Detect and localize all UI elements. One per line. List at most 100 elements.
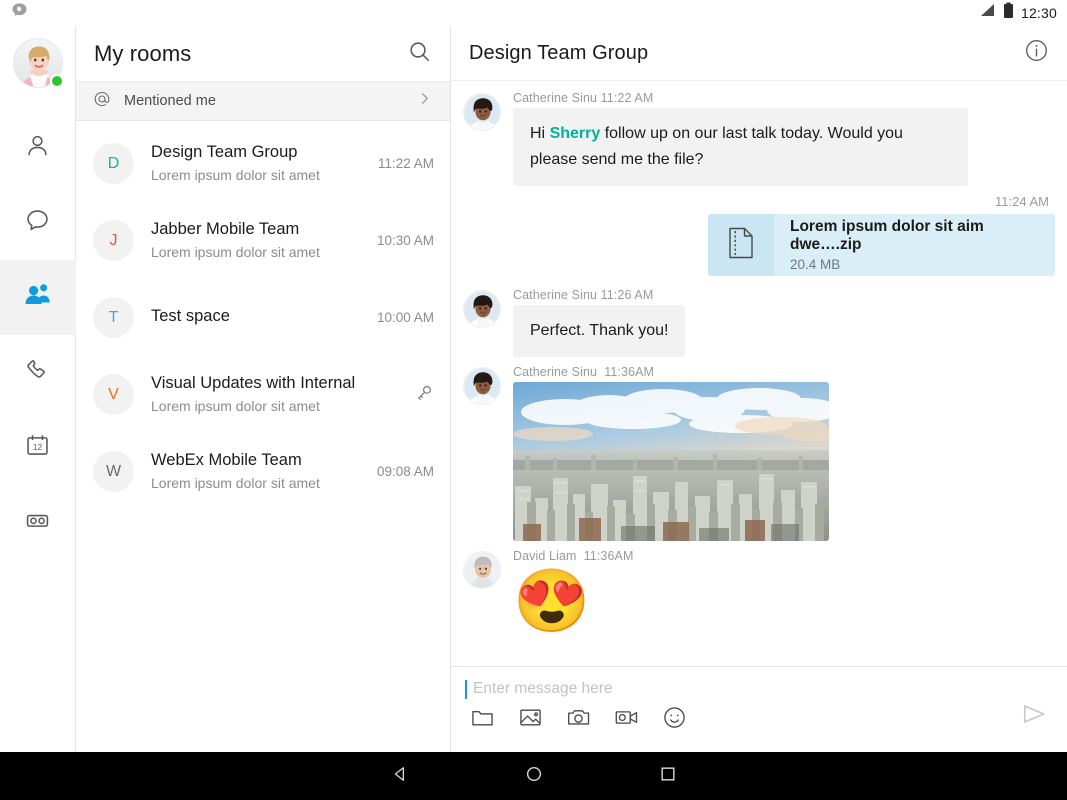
message-sender: David Liam xyxy=(513,549,577,563)
chat-panel: Design Team Group xyxy=(451,26,1067,752)
room-initial: D xyxy=(108,155,120,173)
calendar-icon: 12 xyxy=(24,432,51,464)
left-navigation-rail: 12 xyxy=(0,26,76,752)
mention-tag[interactable]: Sherry xyxy=(550,125,601,142)
folder-icon[interactable] xyxy=(470,705,495,730)
camera-icon[interactable] xyxy=(566,705,591,730)
message-item: Catherine Sinu 11:26 AM Perfect. Thank y… xyxy=(463,288,1055,357)
chat-bubble-icon xyxy=(10,1,29,25)
message-sender-time: Catherine Sinu 11:22 AM xyxy=(513,91,1055,105)
chat-title: Design Team Group xyxy=(469,42,1024,65)
video-camera-icon[interactable] xyxy=(614,705,639,730)
room-preview: Lorem ipsum dolor sit amet xyxy=(151,165,370,185)
status-bar-clock: 12:30 xyxy=(1021,5,1057,21)
room-name: Visual Updates with Internal xyxy=(151,373,406,394)
room-preview: Lorem ipsum dolor sit amet xyxy=(151,396,406,416)
emoji-smiley-icon[interactable] xyxy=(662,705,687,730)
sidebar-item-messages[interactable] xyxy=(0,185,76,260)
photo-attachment[interactable] xyxy=(513,382,829,541)
app-root: 12:30 xyxy=(0,0,1067,800)
catherine-avatar-photo xyxy=(463,367,501,405)
message-text-before: Hi xyxy=(530,125,550,142)
room-name: Design Team Group xyxy=(151,142,370,163)
room-name: WebEx Mobile Team xyxy=(151,450,369,471)
rooms-list: D Design Team Group Lorem ipsum dolor si… xyxy=(76,121,450,510)
room-initial: J xyxy=(110,232,118,250)
rooms-people-icon xyxy=(24,282,52,313)
back-button[interactable] xyxy=(333,752,467,800)
page-title: My rooms xyxy=(94,41,407,67)
list-item[interactable]: W WebEx Mobile Team Lorem ipsum dolor si… xyxy=(76,433,450,510)
file-info: Lorem ipsum dolor sit aim dwe….zip 20.4 … xyxy=(774,218,1055,272)
message-item: 11:24 AM Lorem ipsum dolor sit aim dwe… xyxy=(463,194,1055,276)
message-sender-time: Catherine Sinu 11:36AM xyxy=(513,365,1055,379)
room-texts: WebEx Mobile Team Lorem ipsum dolor sit … xyxy=(151,450,369,493)
composer-toolbar xyxy=(465,705,1053,730)
message-sender-time: Catherine Sinu 11:26 AM xyxy=(513,288,1055,302)
home-button[interactable] xyxy=(467,752,601,800)
room-timestamp: 10:30 AM xyxy=(377,233,434,248)
emoji-message: 😍 xyxy=(513,566,1055,638)
room-texts: Jabber Mobile Team Lorem ipsum dolor sit… xyxy=(151,219,369,262)
contacts-person-icon xyxy=(24,132,51,164)
sidebar-item-meetings[interactable]: 12 xyxy=(0,410,76,485)
catherine-avatar-photo xyxy=(463,290,501,328)
room-initial: T xyxy=(109,309,119,327)
status-bar-notifications xyxy=(10,1,29,25)
room-name: Test space xyxy=(151,306,369,327)
room-timestamp: 09:08 AM xyxy=(377,464,434,479)
room-name: Jabber Mobile Team xyxy=(151,219,369,240)
message-bubble: Hi Sherry follow up on our last talk tod… xyxy=(513,108,968,186)
list-item[interactable]: T Test space 10:00 AM xyxy=(76,279,450,356)
message-time: 11:36AM xyxy=(604,365,654,379)
recents-square-icon xyxy=(658,764,678,789)
message-composer: Enter message here xyxy=(451,666,1067,752)
mentioned-me-row[interactable]: Mentioned me xyxy=(76,82,450,121)
home-circle-icon xyxy=(524,764,544,789)
file-name: Lorem ipsum dolor sit aim dwe….zip xyxy=(790,218,1055,254)
room-initial: W xyxy=(106,463,121,481)
list-item[interactable]: J Jabber Mobile Team Lorem ipsum dolor s… xyxy=(76,202,450,279)
chat-bubble-icon xyxy=(24,207,51,239)
signal-bars-icon xyxy=(979,3,996,23)
search-icon[interactable] xyxy=(407,39,432,69)
room-avatar-initial: V xyxy=(93,374,134,415)
info-icon[interactable] xyxy=(1024,38,1049,68)
android-navigation-bar xyxy=(0,752,1067,800)
message-item: Catherine Sinu 11:36AM xyxy=(463,365,1055,541)
battery-icon xyxy=(1003,2,1014,24)
file-document-icon xyxy=(728,227,754,264)
sidebar-item-voicemail[interactable] xyxy=(0,485,76,560)
list-item[interactable]: V Visual Updates with Internal Lorem ips… xyxy=(76,356,450,433)
list-item[interactable]: D Design Team Group Lorem ipsum dolor si… xyxy=(76,125,450,202)
message-body: Catherine Sinu 11:36AM xyxy=(513,365,1055,541)
sidebar-item-contacts[interactable] xyxy=(0,110,76,185)
message-bubble: Perfect. Thank you! xyxy=(513,305,685,357)
svg-text:12: 12 xyxy=(33,442,43,452)
image-icon[interactable] xyxy=(518,705,543,730)
rooms-header: My rooms xyxy=(76,26,450,82)
file-icon-cell xyxy=(708,214,774,276)
voicemail-icon xyxy=(24,507,51,539)
file-size: 20.4 MB xyxy=(790,257,1055,272)
message-input-placeholder[interactable]: Enter message here xyxy=(473,680,613,698)
room-avatar-initial: W xyxy=(93,451,134,492)
rooms-panel: My rooms Mentioned me xyxy=(76,26,451,752)
message-body: Catherine Sinu 11:26 AM Perfect. Thank y… xyxy=(513,288,1055,357)
chevron-right-icon xyxy=(417,91,432,111)
at-sign-icon xyxy=(92,89,112,114)
room-avatar-initial: T xyxy=(93,297,134,338)
avatar[interactable] xyxy=(13,38,63,88)
file-attachment-card[interactable]: Lorem ipsum dolor sit aim dwe….zip 20.4 … xyxy=(708,214,1055,276)
message-sender-time: David Liam 11:36AM xyxy=(513,549,1055,563)
room-preview: Lorem ipsum dolor sit amet xyxy=(151,473,369,493)
status-bar-indicators: 12:30 xyxy=(979,2,1057,24)
message-time: 11:24 AM xyxy=(463,194,1055,209)
text-caret xyxy=(465,680,467,699)
recents-button[interactable] xyxy=(601,752,735,800)
cityscape-sunset-photo xyxy=(513,382,829,541)
sidebar-item-calls[interactable] xyxy=(0,335,76,410)
search-input-row[interactable]: Enter message here xyxy=(465,667,1053,705)
sidebar-item-rooms[interactable] xyxy=(0,260,76,335)
send-icon[interactable] xyxy=(1019,699,1049,734)
